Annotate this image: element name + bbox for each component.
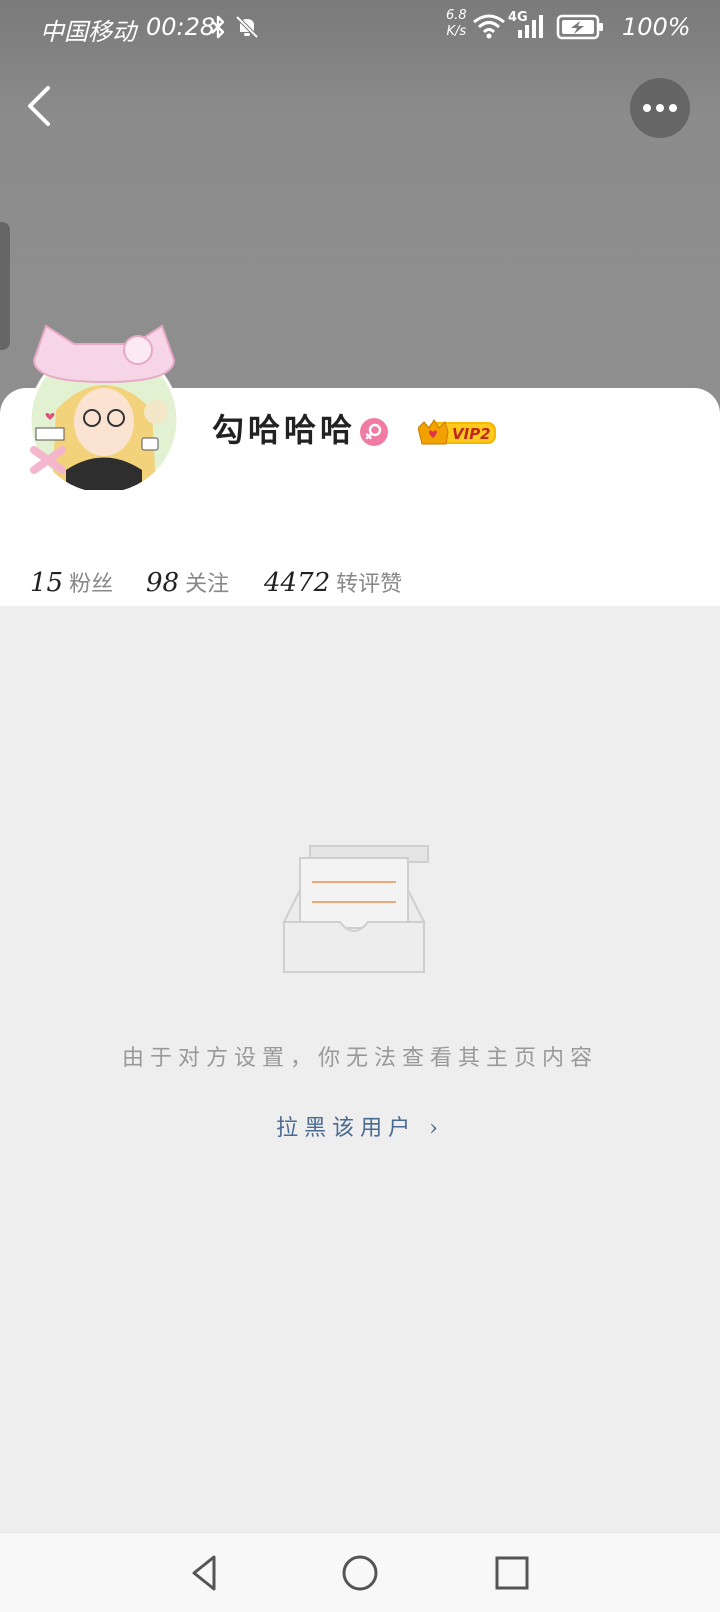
followers-label: 粉丝 — [69, 572, 114, 597]
bell-muted-icon — [234, 14, 260, 44]
net-speed: 6.8 K/s — [446, 8, 467, 40]
nav-recents-button[interactable] — [490, 1551, 534, 1595]
gender-female-icon — [360, 418, 388, 446]
clock: 00:28 — [146, 13, 216, 41]
nav-home-button[interactable] — [338, 1551, 382, 1595]
following-label: 关注 — [185, 572, 230, 597]
stat-interactions[interactable]: 4472 转评赞 — [264, 566, 402, 598]
vip-badge[interactable]: VIP2 — [417, 418, 498, 448]
battery-charging-icon — [556, 14, 606, 44]
avatar[interactable] — [26, 320, 186, 496]
privacy-message: 由于对方设置，你无法查看其主页内容 — [121, 1046, 598, 1071]
bluetooth-icon — [208, 14, 228, 44]
block-user-link[interactable]: 拉黑该用户 › — [0, 1110, 720, 1142]
interactions-label: 转评赞 — [336, 572, 403, 597]
chevron-left-icon — [28, 86, 50, 126]
stat-followers[interactable]: 15 粉丝 — [30, 566, 113, 598]
nav-back-button[interactable] — [184, 1551, 228, 1595]
more-dots-icon — [643, 104, 677, 112]
net-speed-value: 6.8 — [446, 8, 467, 23]
signal-icon — [516, 12, 548, 44]
square-recents-icon — [495, 1556, 529, 1590]
net-speed-unit: K/s — [446, 24, 467, 39]
wifi-icon — [472, 12, 506, 44]
username: 勾哈哈哈 — [212, 411, 357, 449]
profile-page: 中国移动 00:28 6.8 K/s 4G 100% 勾哈哈哈 VIP2 15 … — [0, 0, 720, 1612]
triangle-back-icon — [192, 1555, 216, 1591]
system-nav-bar — [0, 1532, 720, 1612]
carrier-name: 中国移动 — [40, 18, 136, 46]
edge-drawer-handle[interactable] — [0, 222, 10, 350]
more-options-button[interactable] — [630, 78, 690, 138]
stat-following[interactable]: 98 关注 — [146, 566, 229, 598]
following-count: 98 — [146, 568, 180, 598]
interactions-count: 4472 — [264, 568, 331, 598]
circle-home-icon — [342, 1555, 378, 1591]
battery-percent: 100% — [622, 13, 691, 41]
back-button[interactable] — [22, 84, 62, 128]
status-bar: 中国移动 00:28 6.8 K/s 4G 100% — [0, 0, 720, 52]
vip-label: VIP2 — [452, 425, 491, 443]
empty-inbox-icon — [282, 842, 438, 978]
followers-count: 15 — [30, 568, 64, 598]
